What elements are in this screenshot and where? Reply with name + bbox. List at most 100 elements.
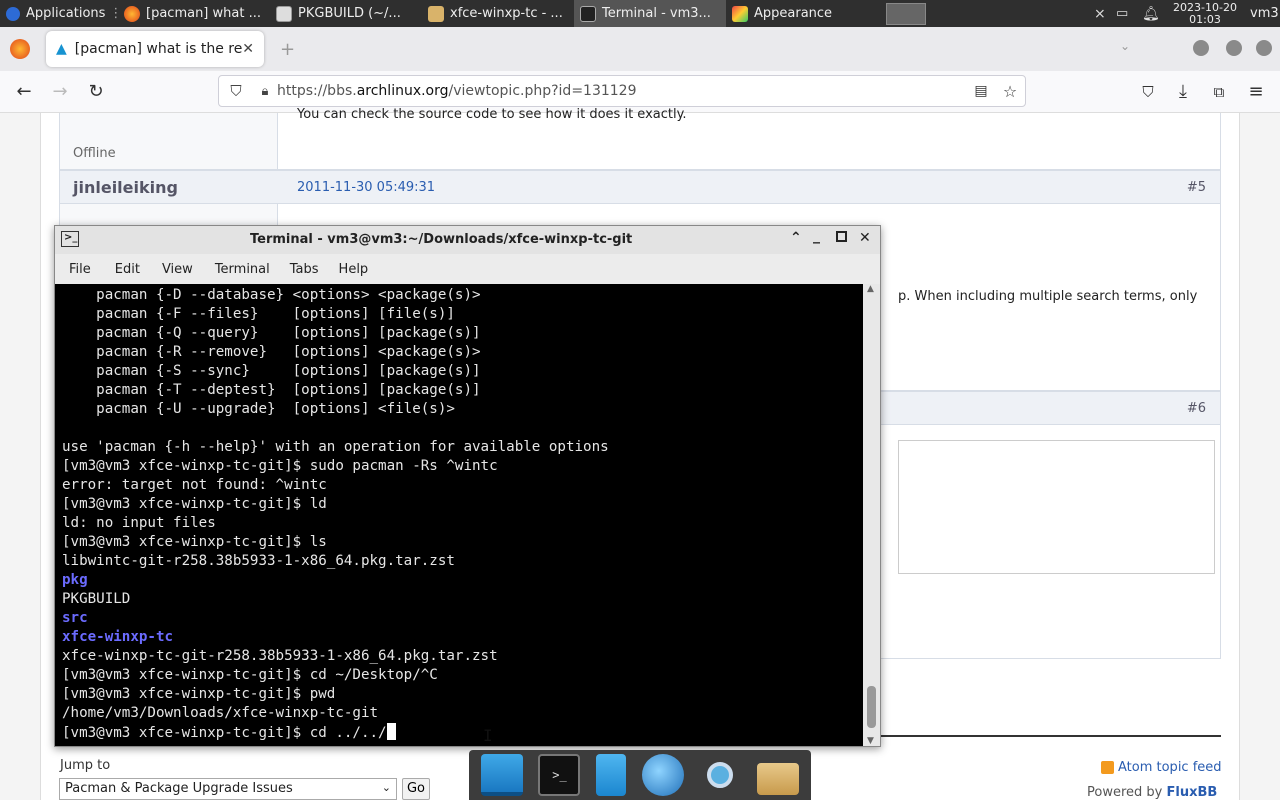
lock-icon[interactable]: 🔒︎ (253, 84, 277, 99)
menu-terminal[interactable]: Terminal (205, 262, 280, 277)
network-off-icon[interactable]: ⨯ (1094, 6, 1116, 22)
terminal-app-icon[interactable]: >_ (61, 231, 79, 247)
task-firefox[interactable]: [pacman] what ... (118, 0, 270, 27)
shade-icon[interactable]: ⌃ (790, 230, 802, 246)
menu-file[interactable]: File (55, 262, 105, 277)
scroll-up-icon[interactable]: ▲ (867, 284, 874, 294)
reader-view-icon[interactable]: ▤ (967, 83, 995, 99)
browser-tab[interactable]: ▲ [pacman] what is the re ✕ (46, 31, 264, 67)
chevron-down-icon: ⌄ (381, 781, 391, 794)
menu-tabs[interactable]: Tabs (280, 262, 329, 277)
menu-edit[interactable]: Edit (105, 262, 150, 277)
rss-icon[interactable] (1101, 761, 1114, 774)
terminal-line: [vm3@vm3 xfce-winxp-tc-git]$ cd ~/Deskto… (62, 667, 438, 683)
desktop-icon[interactable] (480, 754, 523, 796)
url-host: archlinux.org (356, 83, 449, 99)
terminal-line: pacman {-D --database} <options> <packag… (62, 287, 481, 303)
reload-icon[interactable]: ↻ (85, 81, 107, 103)
post-number[interactable]: #6 (1187, 401, 1206, 416)
forum-jump-select[interactable]: Pacman & Package Upgrade Issues ⌄ (59, 778, 397, 800)
tracking-shield-icon[interactable]: ⛉ (219, 82, 253, 100)
minimize-icon[interactable]: _ (813, 228, 820, 244)
minimize-window-icon[interactable] (1193, 40, 1209, 56)
close-window-icon[interactable] (1256, 40, 1272, 56)
maximize-window-icon[interactable] (1226, 40, 1242, 56)
terminal-title: Terminal - vm3@vm3:~/Downloads/xfce-winx… (250, 232, 633, 247)
author-column: Offline (60, 113, 278, 169)
workspace-switcher[interactable] (886, 2, 926, 25)
url-bar[interactable]: ⛉ 🔒︎ https://bbs.archlinux.org/viewtopic… (218, 75, 1026, 107)
terminal-line: xfce-winxp-tc-git-r258.38b5933-1-x86_64.… (62, 648, 498, 664)
menu-view[interactable]: View (150, 262, 205, 277)
notification-bell-icon[interactable]: 🔔︎ (1142, 6, 1166, 22)
terminal-line: pacman {-F --files} [options] [file(s)] (62, 306, 455, 322)
terminal-menubar: File Edit View Terminal Tabs Help (55, 254, 880, 284)
tab-close-icon[interactable]: ✕ (242, 41, 254, 57)
atom-feed-link[interactable]: Atom topic feed (1118, 760, 1222, 775)
pocket-icon[interactable]: ⛉ (1137, 81, 1159, 103)
tab-title: [pacman] what is the re (74, 41, 243, 57)
file-manager-icon[interactable] (596, 754, 627, 796)
user-menu[interactable]: vm3 (1244, 0, 1280, 27)
terminal-line: PKGBUILD (62, 591, 131, 607)
xfce-logo-icon (6, 6, 20, 21)
web-browser-icon[interactable] (641, 754, 684, 796)
url-text[interactable]: https://bbs.archlinux.org/viewtopic.php?… (277, 83, 967, 99)
battery-icon[interactable]: ▭ (1116, 6, 1142, 21)
task-mousepad[interactable]: PKGBUILD (~/... (270, 0, 422, 27)
terminal-line: pacman {-S --sync} [options] [package(s)… (62, 363, 481, 379)
dock: >_ (469, 750, 811, 800)
appearance-icon (732, 5, 748, 22)
jump-to-label: Jump to (60, 758, 111, 773)
task-label: PKGBUILD (~/... (298, 6, 401, 21)
forward-icon[interactable]: → (49, 81, 71, 103)
post-date[interactable]: 2011-11-30 05:49:31 (297, 180, 435, 195)
app-finder-icon[interactable] (699, 754, 741, 796)
arch-logo-icon: ▲ (56, 41, 67, 57)
code-box (898, 440, 1215, 574)
terminal-icon (580, 5, 596, 22)
maximize-icon[interactable] (836, 231, 847, 242)
terminal-line: [vm3@vm3 xfce-winxp-tc-git]$ pwd (62, 686, 336, 702)
task-file-manager[interactable]: xfce-winxp-tc - ... (422, 0, 574, 27)
scrollbar-thumb[interactable] (867, 686, 876, 728)
text-editor-icon (276, 5, 292, 22)
fluxbb-link[interactable]: FluxBB (1167, 785, 1218, 800)
task-label: Appearance (754, 6, 833, 21)
back-icon[interactable]: ← (13, 81, 35, 103)
clock[interactable]: 2023-10-20 01:03 (1166, 1, 1244, 26)
terminal-window[interactable]: >_ Terminal - vm3@vm3:~/Downloads/xfce-w… (54, 225, 881, 747)
applications-menu[interactable]: Applications ⋮ (0, 0, 118, 27)
go-button[interactable]: Go (402, 778, 430, 800)
terminal-icon[interactable]: >_ (538, 754, 581, 796)
forum-jump-value: Pacman & Package Upgrade Issues (65, 781, 293, 796)
folder-icon (428, 5, 444, 22)
folder-icon[interactable] (757, 763, 800, 795)
app-menu-icon[interactable]: ≡ (1245, 81, 1267, 103)
terminal-cursor (386, 723, 396, 740)
magnifier-icon (707, 762, 734, 788)
task-appearance[interactable]: Appearance (726, 0, 878, 27)
post-author[interactable]: jinleileiking (73, 178, 178, 197)
terminal-line: ld: no input files (62, 515, 216, 531)
menu-help[interactable]: Help (329, 262, 379, 277)
terminal-line: use 'pacman {-h --help}' with an operati… (62, 439, 609, 455)
powered-by-label: Powered by (1087, 785, 1163, 800)
new-tab-icon[interactable]: + (280, 39, 295, 60)
terminal-titlebar[interactable]: >_ Terminal - vm3@vm3:~/Downloads/xfce-w… (55, 226, 880, 254)
firefox-view-icon[interactable] (10, 39, 30, 59)
terminal-output[interactable]: pacman {-D --database} <options> <packag… (55, 284, 863, 746)
close-icon[interactable]: ✕ (859, 230, 871, 246)
task-label: [pacman] what ... (146, 6, 261, 21)
scroll-down-icon[interactable]: ▼ (867, 736, 874, 746)
terminal-line: xfce-winxp-tc (62, 629, 174, 645)
post-number[interactable]: #5 (1187, 180, 1206, 195)
terminal-line: [vm3@vm3 xfce-winxp-tc-git]$ sudo pacman… (62, 458, 498, 474)
terminal-line: [vm3@vm3 xfce-winxp-tc-git]$ ls (62, 534, 327, 550)
extensions-icon[interactable]: ⧉ (1208, 81, 1230, 103)
bookmark-star-icon[interactable]: ☆ (995, 82, 1025, 101)
task-terminal[interactable]: Terminal - vm3... (574, 0, 726, 27)
list-tabs-icon[interactable]: ⌄ (1120, 39, 1130, 53)
downloads-icon[interactable]: ⤓ (1172, 81, 1194, 103)
terminal-scrollbar[interactable]: ▲ ▼ (863, 284, 880, 746)
